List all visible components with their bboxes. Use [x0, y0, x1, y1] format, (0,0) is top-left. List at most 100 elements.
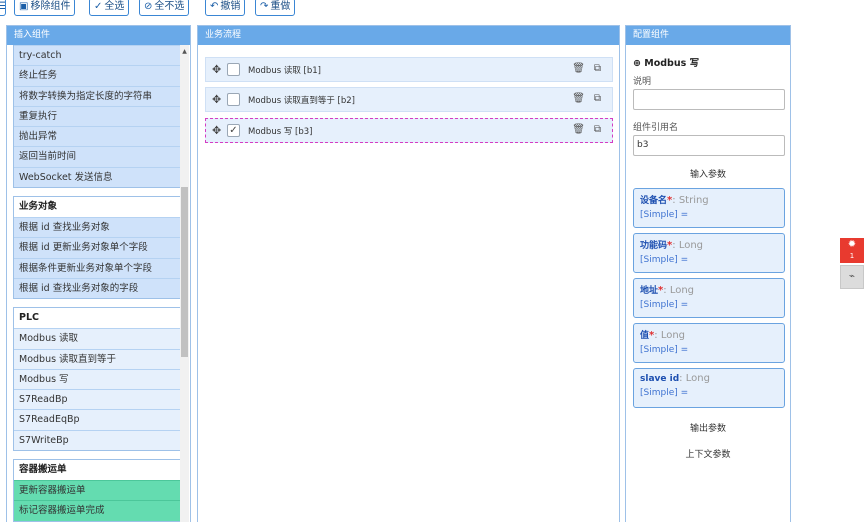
deselect-all-label: 全不选 [154, 1, 185, 12]
param-device-name[interactable]: 设备名*: String [Simple] = [633, 188, 785, 228]
palette-item-s7-read-eq[interactable]: S7ReadEqBp [14, 409, 181, 430]
palette-scrollbar[interactable]: ▲ [180, 45, 189, 522]
palette-item-try-catch[interactable]: try-catch [14, 45, 181, 66]
param-name: 地址 [640, 286, 659, 296]
undo-button[interactable]: ↶ 撤销 [205, 0, 246, 16]
plc-group-title: PLC [14, 308, 181, 329]
bug-icon: ✹ [847, 239, 857, 250]
remove-component-button[interactable]: ▣ 移除组件 [14, 0, 76, 16]
description-input[interactable] [633, 89, 785, 110]
param-name: 值 [640, 331, 650, 341]
param-header: 值*: Long [640, 328, 778, 341]
palette-item-current-time[interactable]: 返回当前时间 [14, 146, 181, 167]
param-header: slave id: Long [640, 373, 778, 384]
copy-icon[interactable]: ⧉ [594, 93, 601, 104]
param-value[interactable]: [Simple] = [640, 345, 778, 355]
param-value[interactable]: [Simple] = [640, 210, 778, 220]
step-label: Modbus 读取 [b1] [248, 66, 321, 76]
step-checkbox-checked[interactable]: ✓ [227, 124, 240, 137]
component-globe-icon: ⊕ [633, 58, 641, 69]
business-object-group: 业务对象 根据 id 查找业务对象 根据 id 更新业务对象单个字段 根据条件更… [13, 196, 182, 300]
undo-icon: ↶ [210, 1, 219, 12]
param-type: Long [678, 240, 704, 251]
param-type: Long [660, 330, 686, 341]
param-type: String [678, 195, 709, 206]
trash-icon[interactable]: 🗑 [572, 63, 585, 74]
input-params-title: 输入参数 [689, 170, 726, 180]
workflow-step[interactable]: ✥ Modbus 读取 [b1] 🗑 ⧉ [205, 57, 613, 82]
step-checkbox[interactable] [227, 93, 240, 106]
component-title-text: Modbus 写 [644, 58, 700, 69]
toolbar-partial-button[interactable]: ☰ [0, 0, 6, 16]
workflow-step[interactable]: ✥ Modbus 读取直到等于 [b2] 🗑 ⧉ [205, 87, 613, 112]
palette-item-mark-transport-done[interactable]: 标记容器搬运单完成 [14, 500, 181, 521]
scroll-up-arrow-icon[interactable]: ▲ [181, 48, 188, 55]
palette-item-repeat[interactable]: 重复执行 [14, 105, 181, 127]
param-name: slave id [640, 374, 680, 384]
workflow-step-selected[interactable]: ✥ ✓ Modbus 写 [b3] 🗑 ⧉ [205, 118, 613, 143]
param-header: 设备名*: String [640, 193, 778, 206]
palette-item-terminate[interactable]: 终止任务 [14, 65, 181, 86]
check-icon: ✓ [94, 1, 103, 12]
param-name: 功能码 [640, 241, 668, 251]
palette-item-update-field-by-condition[interactable]: 根据条件更新业务对象单个字段 [14, 257, 181, 278]
param-value[interactable]: [Simple] = [640, 255, 778, 265]
palette-item-websocket-send[interactable]: WebSocket 发送信息 [14, 166, 181, 188]
param-slave-id[interactable]: slave id: Long [Simple] = [633, 368, 785, 408]
drag-handle-icon[interactable]: ✥ [212, 124, 221, 137]
ban-icon: ⊘ [144, 1, 153, 12]
description-label: 说明 [633, 77, 652, 87]
output-params-title: 输出参数 [689, 424, 726, 434]
remove-icon: ▣ [19, 1, 29, 12]
palette-item-find-by-id[interactable]: 根据 id 查找业务对象 [14, 217, 181, 238]
palette-item-throw[interactable]: 抛出异常 [14, 126, 181, 147]
palette-item-modbus-write[interactable]: Modbus 写 [14, 368, 181, 390]
insert-component-title: 插入组件 [7, 26, 190, 45]
param-value-field[interactable]: 值*: Long [Simple] = [633, 323, 785, 363]
trash-icon[interactable]: 🗑 [572, 93, 585, 104]
copy-icon[interactable]: ⧉ [594, 124, 601, 135]
workflow-title: 业务流程 [198, 26, 619, 45]
deselect-all-button[interactable]: ⊘ 全不选 [139, 0, 190, 16]
plc-group: PLC Modbus 读取 Modbus 读取直到等于 Modbus 写 S7R… [13, 307, 182, 452]
undo-label: 撤销 [220, 1, 241, 12]
step-label: Modbus 写 [b3] [248, 127, 313, 137]
param-name: 设备名 [640, 196, 668, 206]
component-list: try-catch 终止任务 将数字转换为指定长度的字符串 重复执行 抛出异常 … [13, 45, 182, 522]
monitor-widget[interactable]: ⌁ [840, 265, 864, 289]
trash-icon[interactable]: 🗑 [572, 124, 585, 135]
config-title: 配置组件 [626, 26, 790, 45]
control-group: try-catch 终止任务 将数字转换为指定长度的字符串 重复执行 抛出异常 … [13, 45, 182, 189]
param-function-code[interactable]: 功能码*: Long [Simple] = [633, 233, 785, 273]
select-all-button[interactable]: ✓ 全选 [89, 0, 130, 16]
drag-handle-icon[interactable]: ✥ [212, 93, 221, 106]
palette-item-find-field-by-id[interactable]: 根据 id 查找业务对象的字段 [14, 277, 181, 299]
palette-item-modbus-read-until[interactable]: Modbus 读取直到等于 [14, 348, 181, 369]
palette-item-s7-read[interactable]: S7ReadBp [14, 389, 181, 410]
component-title: ⊕ Modbus 写 [633, 55, 783, 69]
param-header: 地址*: Long [640, 283, 778, 296]
chart-icon: ⌁ [848, 271, 856, 282]
param-type: Long [685, 373, 710, 384]
container-transport-group-title: 容器搬运单 [14, 460, 181, 481]
reference-name-input[interactable]: b3 [633, 135, 785, 156]
palette-item-modbus-read[interactable]: Modbus 读取 [14, 328, 181, 349]
step-checkbox[interactable] [227, 63, 240, 76]
list-icon: ☰ [0, 1, 6, 12]
palette-item-s7-write[interactable]: S7WriteBp [14, 429, 181, 451]
palette-item-number-to-string[interactable]: 将数字转换为指定长度的字符串 [14, 85, 181, 106]
palette-item-update-field-by-id[interactable]: 根据 id 更新业务对象单个字段 [14, 237, 181, 258]
param-value[interactable]: [Simple] = [640, 388, 778, 398]
palette-item-update-transport[interactable]: 更新容器搬运单 [14, 480, 181, 501]
config-panel: 配置组件 ⊕ Modbus 写 说明 组件引用名 b3 输入参数 设备名*: S… [625, 25, 791, 522]
copy-icon[interactable]: ⧉ [594, 63, 601, 74]
notification-widget[interactable]: ✹ 1 [840, 238, 864, 263]
workflow-panel: 业务流程 ✥ Modbus 读取 [b1] 🗑 ⧉ ✥ Modbus 读取直到等… [197, 25, 620, 522]
param-value[interactable]: [Simple] = [640, 300, 778, 310]
param-address[interactable]: 地址*: Long [Simple] = [633, 278, 785, 318]
redo-button[interactable]: ↷ 重做 [255, 0, 296, 16]
select-all-label: 全选 [104, 1, 125, 12]
drag-handle-icon[interactable]: ✥ [212, 63, 221, 76]
scroll-thumb[interactable] [181, 187, 188, 357]
notification-count: 1 [849, 252, 855, 260]
